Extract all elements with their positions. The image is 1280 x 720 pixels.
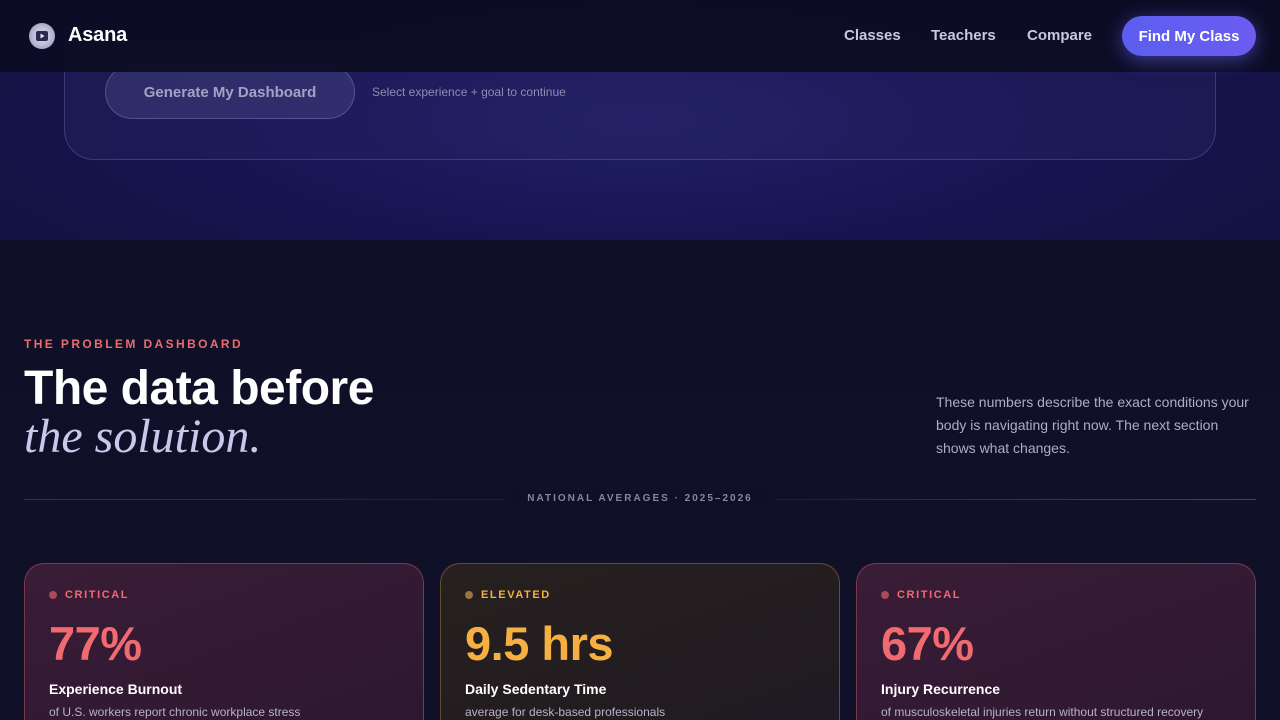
status-label: ELEVATED: [481, 589, 551, 601]
logo-icon[interactable]: [29, 23, 55, 49]
nav-teachers[interactable]: Teachers: [931, 27, 996, 44]
status-label: CRITICAL: [897, 589, 962, 601]
stat-label: Daily Sedentary Time: [465, 681, 607, 697]
status-badge: ELEVATED: [465, 589, 815, 601]
stat-description: of musculoskeletal injuries return witho…: [881, 705, 1204, 719]
find-my-class-button[interactable]: Find My Class: [1122, 16, 1256, 56]
generator-hint: Select experience + goal to continue: [372, 85, 566, 99]
generate-dashboard-button[interactable]: Generate My Dashboard: [105, 65, 355, 119]
stat-description: of U.S. workers report chronic workplace…: [49, 705, 301, 719]
stat-description: average for desk-based professionals: [465, 705, 666, 719]
stat-value: 9.5 hrs: [465, 617, 614, 670]
stat-value: 67%: [881, 617, 974, 670]
stat-value: 77%: [49, 617, 142, 670]
stat-card-sedentary: ELEVATED 9.5 hrs Daily Sedentary Time av…: [440, 563, 840, 720]
section-lede: These numbers describe the exact conditi…: [936, 394, 1249, 456]
status-dot-icon: [465, 591, 473, 599]
status-label: CRITICAL: [65, 589, 130, 601]
section-title: The data before: [24, 362, 374, 415]
status-dot-icon: [49, 591, 57, 599]
status-badge: CRITICAL: [881, 589, 1231, 601]
section-title-italic: the solution.: [24, 410, 262, 463]
stat-label: Injury Recurrence: [881, 681, 1001, 697]
stat-card-burnout: CRITICAL 77% Experience Burnout of U.S. …: [24, 563, 424, 720]
status-badge: CRITICAL: [49, 589, 399, 601]
stat-card-injury: CRITICAL 67% Injury Recurrence of muscul…: [856, 563, 1256, 720]
nav-compare[interactable]: Compare: [1027, 27, 1092, 44]
site-header: Asana Classes Teachers Compare Find My C…: [0, 0, 1280, 72]
section-eyebrow: THE PROBLEM DASHBOARD: [24, 337, 244, 351]
nav-classes[interactable]: Classes: [844, 27, 901, 44]
status-dot-icon: [881, 591, 889, 599]
divider-label: NATIONAL AVERAGES · 2025–2026: [505, 490, 775, 508]
brand-name[interactable]: Asana: [68, 24, 127, 47]
stat-label: Experience Burnout: [49, 681, 183, 697]
